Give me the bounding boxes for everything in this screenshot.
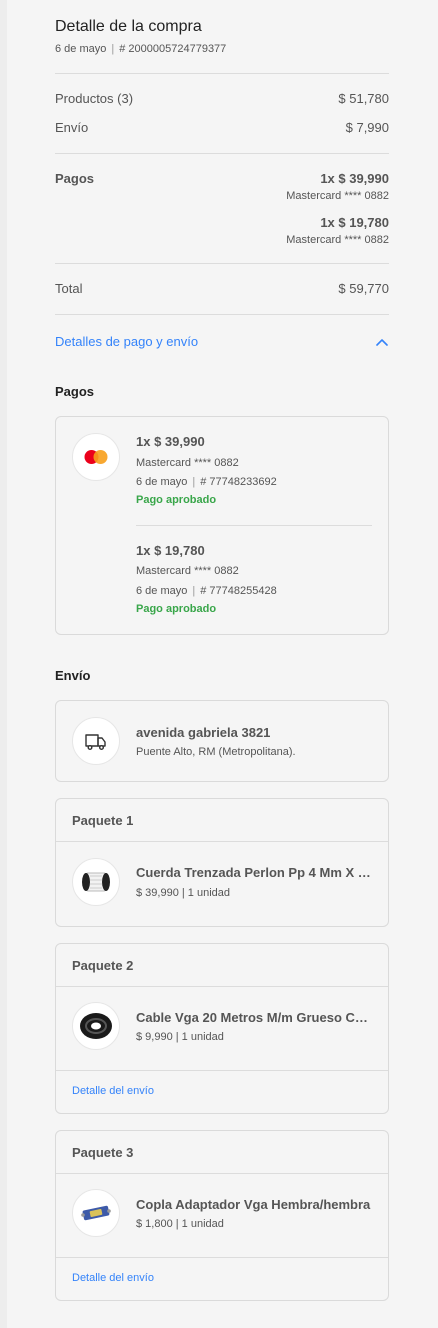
package-title: Paquete 3 xyxy=(72,1145,134,1160)
payment-date-op: 6 de mayo | # 77748233692 xyxy=(136,476,277,488)
mastercard-icon xyxy=(72,433,120,481)
payment-amount: 1x $ 39,990 xyxy=(136,434,205,449)
purchase-date: 6 de mayo xyxy=(55,43,107,55)
divider xyxy=(56,1070,388,1071)
separator: | xyxy=(192,585,196,597)
product-thumbnail xyxy=(72,1002,120,1050)
divider xyxy=(55,73,389,74)
package-card: Paquete 3 Copla Adaptador Vga Hembra/hem… xyxy=(55,1130,389,1301)
purchase-detail-page: Detalle de la compra 6 de mayo | # 2000005… xyxy=(7,0,438,1328)
payment-status: Pago aprobado xyxy=(136,494,217,506)
shipping-row: Envío $ 7,990 xyxy=(55,120,389,135)
payments-section-title: Pagos xyxy=(55,384,95,399)
shipping-detail-link[interactable]: Detalle del envío xyxy=(72,1085,154,1097)
chevron-up-icon[interactable] xyxy=(375,335,389,349)
total-value: $ 59,770 xyxy=(338,281,389,296)
payment-operation: # 77748233692 xyxy=(200,476,277,488)
total-row: Total $ 59,770 xyxy=(55,281,389,296)
shipping-section-title: Envío xyxy=(55,668,91,683)
shipping-address-card: avenida gabriela 3821 Puente Alto, RM (M… xyxy=(55,700,389,782)
product-thumbnail xyxy=(72,1189,120,1237)
payments-card: 1x $ 39,990 Mastercard **** 0882 6 de ma… xyxy=(55,416,389,635)
payment-operation: # 77748255428 xyxy=(200,585,277,597)
product-thumbnail xyxy=(72,858,120,906)
payment-date: 6 de mayo xyxy=(136,476,188,488)
package-title: Paquete 1 xyxy=(72,813,134,828)
package-card: Paquete 2 Cable Vga 20 Metros M/m Grueso… xyxy=(55,943,389,1114)
separator: | xyxy=(111,43,115,55)
shipping-detail-link[interactable]: Detalle del envío xyxy=(72,1272,154,1284)
shipping-address: avenida gabriela 3821 xyxy=(136,725,271,740)
divider xyxy=(56,841,388,842)
payment-status: Pago aprobado xyxy=(136,603,217,615)
shipping-region: Puente Alto, RM (Metropolitana). xyxy=(136,746,296,758)
summary-payment: 1x $ 19,780 Mastercard **** 0882 xyxy=(286,215,389,246)
purchase-subtitle: 6 de mayo | # 2000005724779377 xyxy=(55,43,226,55)
payment-card: Mastercard **** 0882 xyxy=(286,234,389,246)
cable-coil-image xyxy=(80,1013,112,1039)
shipping-value: $ 7,990 xyxy=(345,120,389,135)
vga-adapter-image xyxy=(81,1205,111,1221)
order-number: # 2000005724779377 xyxy=(119,43,227,55)
package-card: Paquete 1 Cuerda Trenzada Perlon Pp 4 Mm… xyxy=(55,798,389,927)
payment-date: 6 de mayo xyxy=(136,585,188,597)
divider xyxy=(56,1173,388,1174)
page-title: Detalle de la compra xyxy=(55,18,202,35)
summary-payment: 1x $ 39,990 Mastercard **** 0882 xyxy=(286,171,389,202)
payment-date-op: 6 de mayo | # 77748255428 xyxy=(136,585,277,597)
product-meta: $ 39,990 | 1 unidad xyxy=(136,887,230,899)
divider xyxy=(55,153,389,154)
payments-label: Pagos xyxy=(55,171,95,186)
payment-card: Mastercard **** 0882 xyxy=(286,190,389,202)
shipping-label: Envío xyxy=(55,120,89,135)
products-value: $ 51,780 xyxy=(338,91,389,106)
payment-amount: 1x $ 39,990 xyxy=(320,171,389,186)
divider xyxy=(56,986,388,987)
divider xyxy=(56,1257,388,1258)
product-name[interactable]: Copla Adaptador Vga Hembra/hembra xyxy=(136,1197,374,1212)
total-label: Total xyxy=(55,281,83,296)
divider xyxy=(136,525,372,526)
product-meta: $ 9,990 | 1 unidad xyxy=(136,1031,224,1043)
products-row: Productos (3) $ 51,780 xyxy=(55,91,389,106)
product-meta: $ 1,800 | 1 unidad xyxy=(136,1218,224,1230)
payment-card: Mastercard **** 0882 xyxy=(136,457,239,469)
package-title: Paquete 2 xyxy=(72,958,134,973)
separator: | xyxy=(192,476,196,488)
rope-spool-image xyxy=(82,872,110,892)
divider xyxy=(55,314,389,315)
payment-amount: 1x $ 19,780 xyxy=(136,543,205,558)
truck-glyph xyxy=(85,734,106,751)
mastercard-logo xyxy=(84,450,108,464)
truck-icon xyxy=(72,717,120,765)
product-name[interactable]: Cuerda Trenzada Perlon Pp 4 Mm X 100 M xyxy=(136,865,374,880)
payment-amount: 1x $ 19,780 xyxy=(320,215,389,230)
products-label: Productos (3) xyxy=(55,91,134,106)
payment-card: Mastercard **** 0882 xyxy=(136,565,239,577)
product-name[interactable]: Cable Vga 20 Metros M/m Grueso Con Filtr… xyxy=(136,1010,374,1025)
divider xyxy=(55,263,389,264)
payment-shipping-details-toggle[interactable]: Detalles de pago y envío xyxy=(55,334,198,349)
